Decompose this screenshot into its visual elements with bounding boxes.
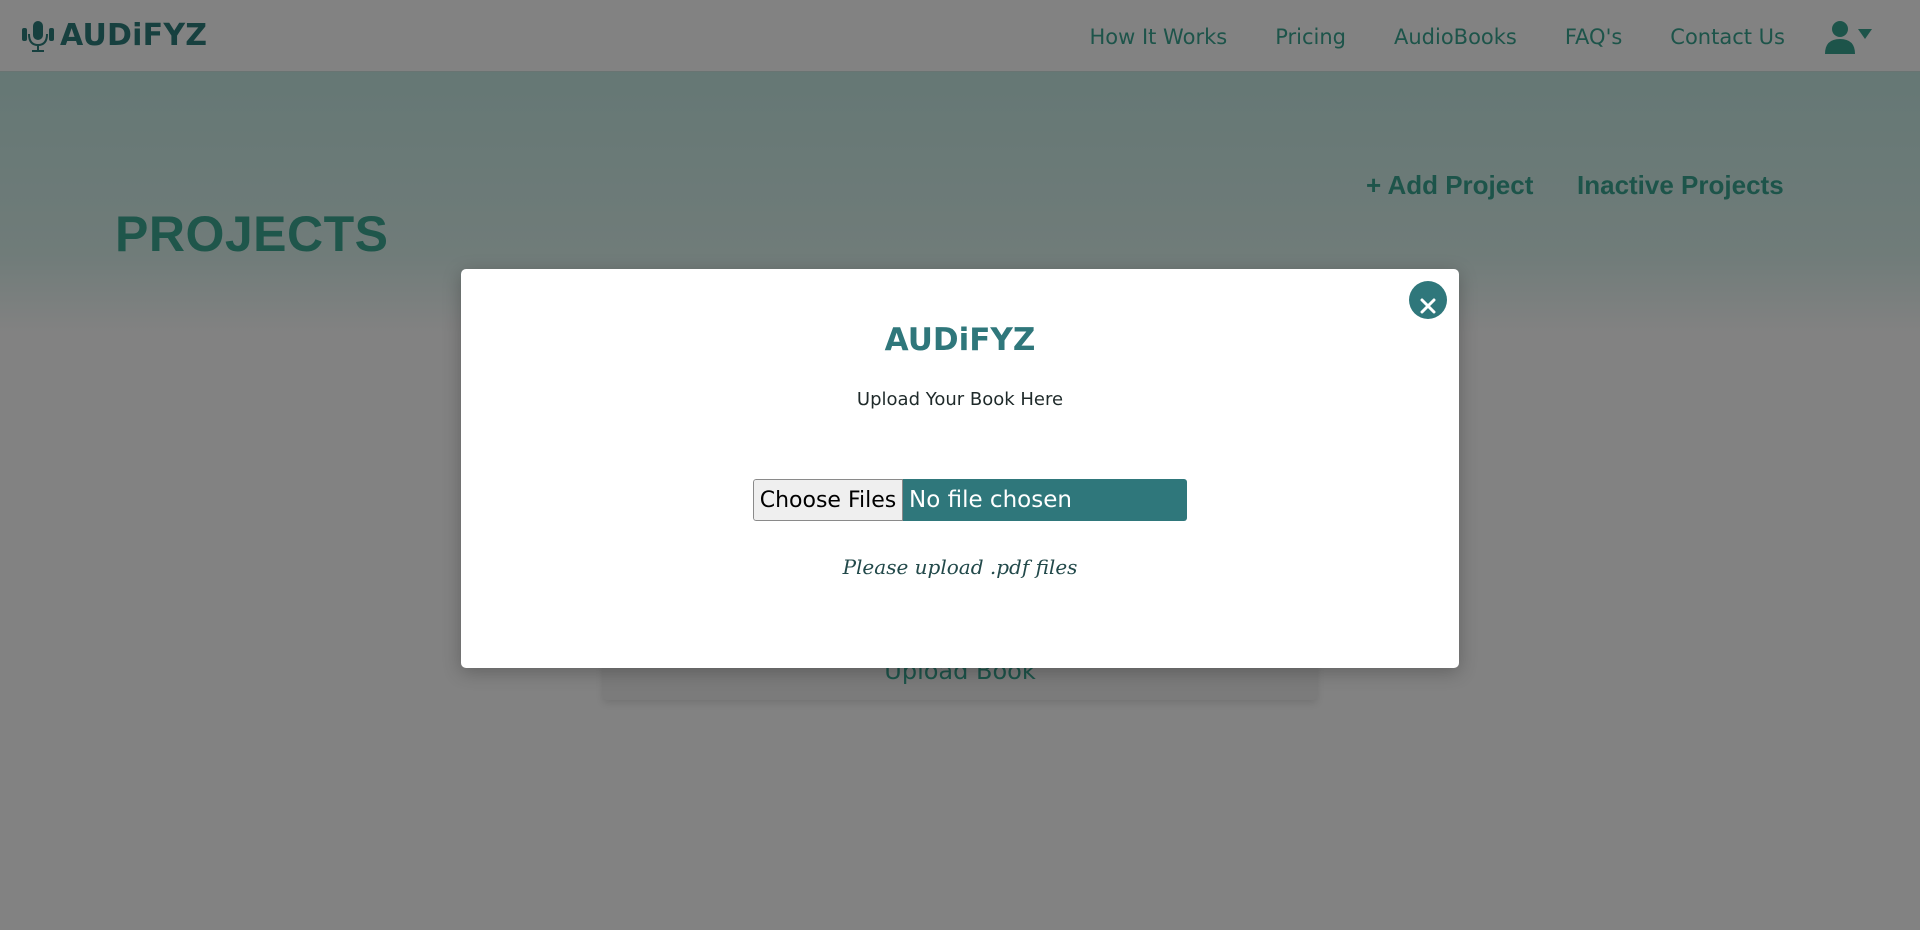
modal-subtitle: Upload Your Book Here [856, 389, 1064, 410]
page: AUDiFYZ How It Works Pricing AudioBooks … [0, 0, 1920, 930]
close-button[interactable] [1409, 281, 1447, 319]
modal-title: AUDiFYZ [884, 322, 1036, 358]
file-upload-input[interactable]: Choose Files No file chosen [753, 479, 1187, 521]
choose-files-button[interactable]: Choose Files [753, 479, 903, 521]
file-type-hint: Please upload .pdf files [842, 555, 1078, 579]
upload-modal: AUDiFYZ Upload Your Book Here Choose Fil… [461, 269, 1459, 668]
file-status-text: No file chosen [903, 479, 1187, 521]
close-icon [1420, 298, 1436, 313]
